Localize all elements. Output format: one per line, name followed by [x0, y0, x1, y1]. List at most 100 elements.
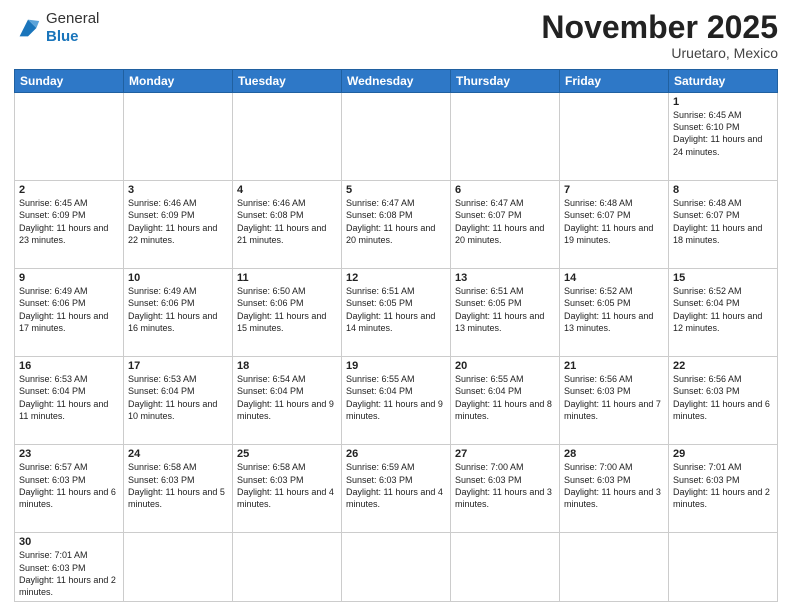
cell-info: Sunrise: 6:55 AM Sunset: 6:04 PM Dayligh… [346, 373, 446, 422]
cell-info: Sunrise: 6:47 AM Sunset: 6:08 PM Dayligh… [346, 197, 446, 246]
cell-date-number: 23 [19, 448, 119, 460]
cell-info: Sunrise: 6:48 AM Sunset: 6:07 PM Dayligh… [564, 197, 664, 246]
logo: GeneralBlue [14, 10, 99, 46]
calendar-cell [560, 533, 669, 602]
cell-info: Sunrise: 6:58 AM Sunset: 6:03 PM Dayligh… [237, 461, 337, 510]
calendar-cell: 29Sunrise: 7:01 AM Sunset: 6:03 PM Dayli… [669, 445, 778, 533]
cell-info: Sunrise: 6:55 AM Sunset: 6:04 PM Dayligh… [455, 373, 555, 422]
calendar-cell [124, 93, 233, 181]
cell-date-number: 12 [346, 272, 446, 284]
calendar-cell: 1Sunrise: 6:45 AM Sunset: 6:10 PM Daylig… [669, 93, 778, 181]
calendar-cell [669, 533, 778, 602]
calendar-cell: 2Sunrise: 6:45 AM Sunset: 6:09 PM Daylig… [15, 181, 124, 269]
cell-date-number: 19 [346, 360, 446, 372]
calendar-cell: 26Sunrise: 6:59 AM Sunset: 6:03 PM Dayli… [342, 445, 451, 533]
calendar-cell: 25Sunrise: 6:58 AM Sunset: 6:03 PM Dayli… [233, 445, 342, 533]
cell-date-number: 28 [564, 448, 664, 460]
cell-date-number: 11 [237, 272, 337, 284]
cell-info: Sunrise: 6:46 AM Sunset: 6:08 PM Dayligh… [237, 197, 337, 246]
calendar-cell [15, 93, 124, 181]
cell-info: Sunrise: 6:49 AM Sunset: 6:06 PM Dayligh… [19, 285, 119, 334]
calendar-cell: 8Sunrise: 6:48 AM Sunset: 6:07 PM Daylig… [669, 181, 778, 269]
cell-date-number: 1 [673, 96, 773, 108]
calendar-day-header: Friday [560, 70, 669, 93]
cell-info: Sunrise: 6:53 AM Sunset: 6:04 PM Dayligh… [128, 373, 228, 422]
calendar-cell: 7Sunrise: 6:48 AM Sunset: 6:07 PM Daylig… [560, 181, 669, 269]
calendar-cell: 17Sunrise: 6:53 AM Sunset: 6:04 PM Dayli… [124, 357, 233, 445]
calendar-cell: 16Sunrise: 6:53 AM Sunset: 6:04 PM Dayli… [15, 357, 124, 445]
calendar-week-row: 23Sunrise: 6:57 AM Sunset: 6:03 PM Dayli… [15, 445, 778, 533]
subtitle: Uruetaro, Mexico [541, 45, 778, 61]
calendar-cell: 15Sunrise: 6:52 AM Sunset: 6:04 PM Dayli… [669, 269, 778, 357]
cell-date-number: 9 [19, 272, 119, 284]
calendar-week-row: 16Sunrise: 6:53 AM Sunset: 6:04 PM Dayli… [15, 357, 778, 445]
cell-info: Sunrise: 6:56 AM Sunset: 6:03 PM Dayligh… [673, 373, 773, 422]
cell-date-number: 14 [564, 272, 664, 284]
cell-info: Sunrise: 6:51 AM Sunset: 6:05 PM Dayligh… [455, 285, 555, 334]
cell-date-number: 7 [564, 184, 664, 196]
calendar-week-row: 9Sunrise: 6:49 AM Sunset: 6:06 PM Daylig… [15, 269, 778, 357]
calendar-cell: 6Sunrise: 6:47 AM Sunset: 6:07 PM Daylig… [451, 181, 560, 269]
calendar-cell: 5Sunrise: 6:47 AM Sunset: 6:08 PM Daylig… [342, 181, 451, 269]
calendar-cell [233, 93, 342, 181]
logo-text: GeneralBlue [46, 10, 99, 46]
calendar-cell: 23Sunrise: 6:57 AM Sunset: 6:03 PM Dayli… [15, 445, 124, 533]
calendar-cell: 27Sunrise: 7:00 AM Sunset: 6:03 PM Dayli… [451, 445, 560, 533]
cell-info: Sunrise: 6:52 AM Sunset: 6:04 PM Dayligh… [673, 285, 773, 334]
cell-date-number: 10 [128, 272, 228, 284]
calendar-day-header: Monday [124, 70, 233, 93]
calendar-cell: 22Sunrise: 6:56 AM Sunset: 6:03 PM Dayli… [669, 357, 778, 445]
cell-info: Sunrise: 6:50 AM Sunset: 6:06 PM Dayligh… [237, 285, 337, 334]
cell-date-number: 22 [673, 360, 773, 372]
logo-icon [14, 14, 42, 42]
cell-date-number: 20 [455, 360, 555, 372]
cell-date-number: 21 [564, 360, 664, 372]
calendar-cell [342, 93, 451, 181]
calendar-cell: 4Sunrise: 6:46 AM Sunset: 6:08 PM Daylig… [233, 181, 342, 269]
calendar-cell: 24Sunrise: 6:58 AM Sunset: 6:03 PM Dayli… [124, 445, 233, 533]
calendar-day-header: Saturday [669, 70, 778, 93]
cell-date-number: 29 [673, 448, 773, 460]
cell-date-number: 18 [237, 360, 337, 372]
cell-date-number: 3 [128, 184, 228, 196]
calendar-cell: 18Sunrise: 6:54 AM Sunset: 6:04 PM Dayli… [233, 357, 342, 445]
cell-date-number: 26 [346, 448, 446, 460]
calendar-cell [124, 533, 233, 602]
cell-info: Sunrise: 7:00 AM Sunset: 6:03 PM Dayligh… [564, 461, 664, 510]
calendar-cell: 20Sunrise: 6:55 AM Sunset: 6:04 PM Dayli… [451, 357, 560, 445]
cell-info: Sunrise: 6:53 AM Sunset: 6:04 PM Dayligh… [19, 373, 119, 422]
calendar-cell [560, 93, 669, 181]
cell-info: Sunrise: 6:46 AM Sunset: 6:09 PM Dayligh… [128, 197, 228, 246]
calendar-cell: 28Sunrise: 7:00 AM Sunset: 6:03 PM Dayli… [560, 445, 669, 533]
calendar-day-header: Sunday [15, 70, 124, 93]
cell-info: Sunrise: 6:49 AM Sunset: 6:06 PM Dayligh… [128, 285, 228, 334]
cell-info: Sunrise: 7:01 AM Sunset: 6:03 PM Dayligh… [19, 549, 119, 598]
calendar-cell [342, 533, 451, 602]
cell-info: Sunrise: 6:52 AM Sunset: 6:05 PM Dayligh… [564, 285, 664, 334]
cell-info: Sunrise: 6:47 AM Sunset: 6:07 PM Dayligh… [455, 197, 555, 246]
cell-date-number: 4 [237, 184, 337, 196]
calendar-week-row: 1Sunrise: 6:45 AM Sunset: 6:10 PM Daylig… [15, 93, 778, 181]
cell-date-number: 5 [346, 184, 446, 196]
cell-info: Sunrise: 6:45 AM Sunset: 6:10 PM Dayligh… [673, 109, 773, 158]
calendar-cell [451, 533, 560, 602]
calendar-cell: 3Sunrise: 6:46 AM Sunset: 6:09 PM Daylig… [124, 181, 233, 269]
calendar-day-header: Thursday [451, 70, 560, 93]
calendar-cell [233, 533, 342, 602]
calendar-cell: 21Sunrise: 6:56 AM Sunset: 6:03 PM Dayli… [560, 357, 669, 445]
calendar-day-header: Wednesday [342, 70, 451, 93]
cell-info: Sunrise: 7:01 AM Sunset: 6:03 PM Dayligh… [673, 461, 773, 510]
cell-info: Sunrise: 6:54 AM Sunset: 6:04 PM Dayligh… [237, 373, 337, 422]
calendar-cell: 14Sunrise: 6:52 AM Sunset: 6:05 PM Dayli… [560, 269, 669, 357]
cell-date-number: 15 [673, 272, 773, 284]
cell-info: Sunrise: 6:48 AM Sunset: 6:07 PM Dayligh… [673, 197, 773, 246]
cell-date-number: 16 [19, 360, 119, 372]
cell-info: Sunrise: 6:56 AM Sunset: 6:03 PM Dayligh… [564, 373, 664, 422]
cell-info: Sunrise: 6:45 AM Sunset: 6:09 PM Dayligh… [19, 197, 119, 246]
calendar-table: SundayMondayTuesdayWednesdayThursdayFrid… [14, 69, 778, 602]
calendar-day-header: Tuesday [233, 70, 342, 93]
calendar-header-row: SundayMondayTuesdayWednesdayThursdayFrid… [15, 70, 778, 93]
cell-info: Sunrise: 7:00 AM Sunset: 6:03 PM Dayligh… [455, 461, 555, 510]
cell-date-number: 13 [455, 272, 555, 284]
month-title: November 2025 [541, 10, 778, 45]
